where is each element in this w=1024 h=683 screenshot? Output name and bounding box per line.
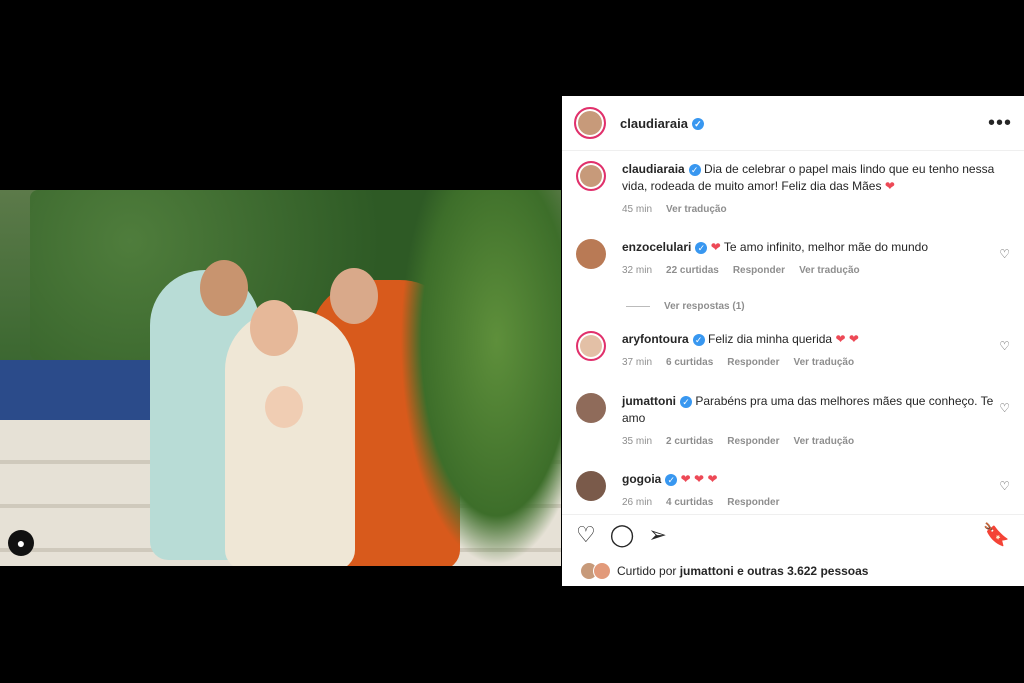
liked-by-user[interactable]: jumattoni bbox=[680, 564, 734, 578]
translate-link[interactable]: Ver tradução bbox=[794, 436, 855, 447]
verified-icon: ✓ bbox=[691, 118, 704, 131]
share-icon[interactable]: ➢ bbox=[648, 522, 666, 548]
verified-icon: ✓ bbox=[692, 333, 705, 346]
post-photo[interactable]: ● bbox=[0, 190, 561, 566]
comment-username[interactable]: gogoia bbox=[622, 472, 661, 486]
comment-text: Te amo infinito, melhor mãe do mundo bbox=[723, 240, 928, 254]
reply-link[interactable]: Responder bbox=[733, 265, 785, 276]
likes-count[interactable]: 2 curtidas bbox=[666, 436, 713, 447]
liked-by-count[interactable]: e outras 3.622 pessoas bbox=[737, 564, 868, 578]
post-panel: claudiaraia ✓ ••• claudiaraia ✓ Dia de cel… bbox=[562, 96, 1024, 586]
likes-count[interactable]: 6 curtidas bbox=[666, 357, 713, 368]
heart-emoji: ❤ ❤ bbox=[835, 332, 859, 346]
translate-link[interactable]: Ver tradução bbox=[666, 204, 727, 215]
avatar[interactable] bbox=[576, 331, 606, 361]
save-icon[interactable]: 🔖 bbox=[983, 522, 1010, 548]
comment-like-icon[interactable]: ♡ bbox=[999, 339, 1010, 353]
avatar[interactable] bbox=[576, 239, 606, 269]
heart-emoji: ❤ bbox=[884, 179, 895, 193]
caption: claudiaraia ✓ Dia de celebrar o papel mai… bbox=[576, 161, 1012, 218]
likes-count[interactable]: 22 curtidas bbox=[666, 265, 719, 276]
comment-like-icon[interactable]: ♡ bbox=[999, 401, 1010, 415]
comment-icon[interactable]: ◯ bbox=[610, 522, 635, 548]
verified-icon: ✓ bbox=[695, 241, 708, 254]
post-header: claudiaraia ✓ ••• bbox=[562, 96, 1024, 151]
more-options-icon[interactable]: ••• bbox=[988, 112, 1012, 135]
timestamp: 26 min bbox=[622, 497, 653, 508]
translate-link[interactable]: Ver tradução bbox=[794, 357, 855, 368]
comment-text: Feliz dia minha querida bbox=[708, 332, 833, 346]
timestamp: 37 min bbox=[622, 357, 653, 368]
head-man bbox=[200, 260, 248, 316]
heart-emoji: ❤ bbox=[710, 240, 721, 254]
avatar[interactable] bbox=[576, 393, 606, 423]
action-bar: ♡ ◯ ➢ 🔖 bbox=[562, 514, 1024, 555]
head-woman-orange bbox=[330, 268, 378, 324]
comment-like-icon[interactable]: ♡ bbox=[999, 247, 1010, 261]
head-woman-dress bbox=[250, 300, 298, 356]
avatar[interactable] bbox=[593, 562, 611, 580]
verified-icon: ✓ bbox=[665, 473, 678, 486]
reply-link[interactable]: Responder bbox=[727, 357, 779, 368]
avatar[interactable] bbox=[576, 471, 606, 501]
baby bbox=[265, 386, 303, 428]
timestamp: 35 min bbox=[622, 436, 653, 447]
view-replies-link[interactable]: Ver respostas (1) bbox=[626, 301, 745, 312]
comment-item: enzocelulari ✓ ❤ Te amo infinito, melhor … bbox=[576, 239, 1012, 279]
comment-text: Parabéns pra uma das melhores mães que c… bbox=[622, 394, 994, 425]
comment-item: jumattoni ✓ Parabéns pra uma das melhores… bbox=[576, 393, 1012, 450]
comment-username[interactable]: enzocelulari bbox=[622, 240, 691, 254]
username-text[interactable]: claudiaraia bbox=[620, 116, 688, 131]
reply-link[interactable]: Responder bbox=[727, 436, 779, 447]
comment-like-icon[interactable]: ♡ bbox=[999, 479, 1010, 493]
post-username[interactable]: claudiaraia ✓ bbox=[620, 116, 704, 131]
comment-username[interactable]: jumattoni bbox=[622, 394, 676, 408]
verified-icon: ✓ bbox=[688, 163, 701, 176]
avatar[interactable] bbox=[576, 161, 606, 191]
timestamp: 45 min bbox=[622, 204, 653, 215]
tagged-user-icon[interactable]: ● bbox=[8, 530, 34, 556]
comments-list[interactable]: claudiaraia ✓ Dia de celebrar o papel mai… bbox=[562, 151, 1024, 514]
like-icon[interactable]: ♡ bbox=[576, 522, 596, 548]
heart-emoji: ❤ ❤ ❤ bbox=[680, 472, 718, 486]
liked-by-prefix: Curtido por bbox=[617, 564, 677, 578]
pool bbox=[0, 360, 150, 420]
plant-leaves bbox=[400, 190, 561, 566]
reply-link[interactable]: Responder bbox=[727, 497, 779, 508]
caption-username[interactable]: claudiaraia bbox=[622, 162, 685, 176]
liked-by: Curtido por jumattoni e outras 3.622 pes… bbox=[580, 562, 868, 580]
likes-count[interactable]: 4 curtidas bbox=[666, 497, 713, 508]
comment-username[interactable]: aryfontoura bbox=[622, 332, 689, 346]
comment-item: aryfontoura ✓ Feliz dia minha querida ❤ ❤… bbox=[576, 331, 1012, 371]
avatar[interactable] bbox=[574, 107, 606, 139]
comment-item: gogoia ✓ ❤ ❤ ❤ 26 min 4 curtidas Responder … bbox=[576, 471, 1012, 511]
translate-link[interactable]: Ver tradução bbox=[799, 265, 860, 276]
timestamp: 32 min bbox=[622, 265, 653, 276]
verified-icon: ✓ bbox=[680, 395, 692, 408]
